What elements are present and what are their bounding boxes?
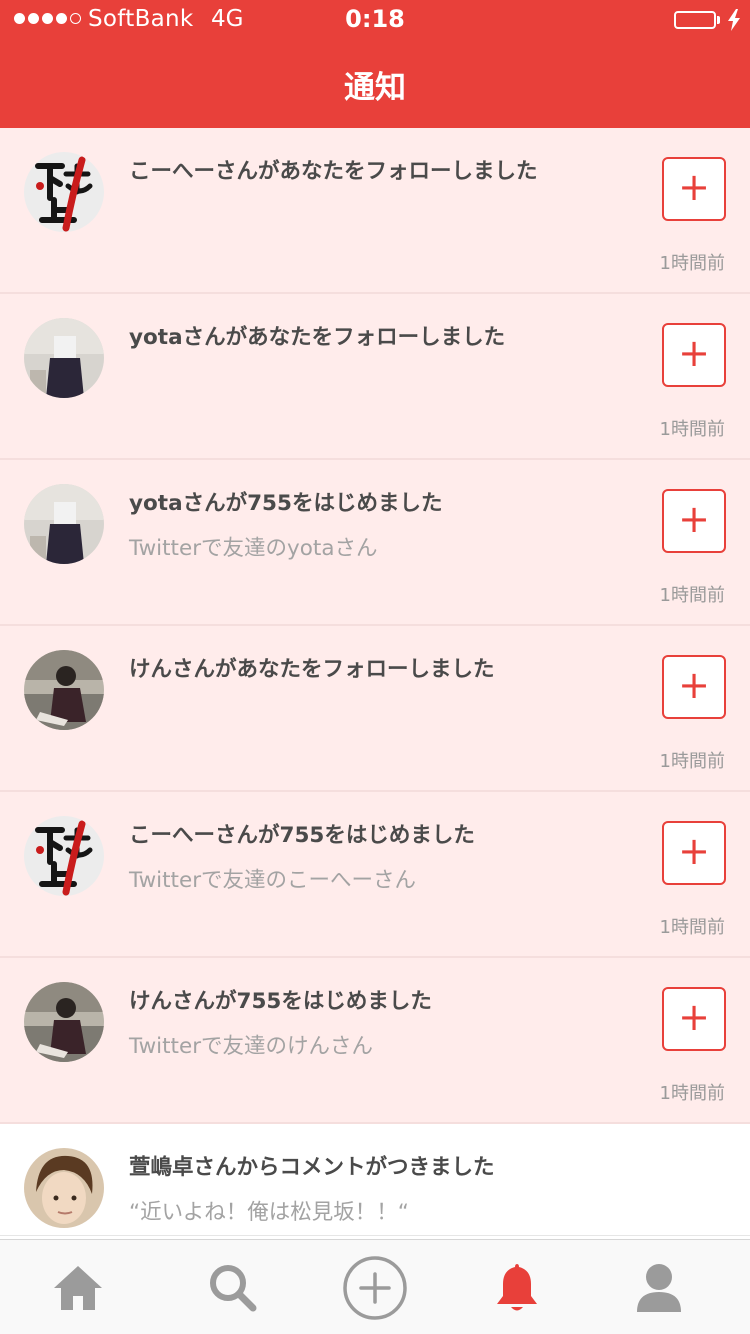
notification-message: yotaさんがあなたをフォローしました [129,325,506,350]
notification-time: 1時間前 [659,419,725,440]
calligraphy-avatar[interactable] [24,152,104,232]
photo-avatar[interactable] [24,484,104,564]
follow-back-button[interactable]: + [662,489,726,553]
notification-message: yotaさんが755をはじめました [129,491,443,516]
profile-icon [637,1264,681,1312]
comment-preview: “近いよね！俺は松見坂！！“ [129,1200,409,1225]
follow-back-button[interactable]: + [662,323,726,387]
notification-message: けんさんがあなたをフォローしました [129,657,495,682]
home-icon [54,1266,102,1310]
tab-home[interactable] [33,1252,123,1324]
status-bar: SoftBank 4G 0:18 [0,0,750,40]
calligraphy-avatar[interactable] [24,816,104,896]
notification-row[interactable]: こーへーさんが755をはじめました Twitterで友達のこーへーさん + 1時… [0,792,750,958]
notification-row[interactable]: yotaさんがあなたをフォローしました + 1時間前 [0,294,750,460]
notification-time: 1時間前 [659,585,725,606]
follow-back-button[interactable]: + [662,821,726,885]
notification-message: こーへーさんが755をはじめました [129,823,475,848]
follow-back-button[interactable]: + [662,157,726,221]
notification-time: 1時間前 [659,917,725,938]
notification-bell-icon [497,1264,537,1311]
notification-row[interactable]: けんさんがあなたをフォローしました + 1時間前 [0,626,750,792]
notification-subtext: Twitterで友達のyotaさん [129,536,378,561]
tab-search[interactable] [188,1252,278,1324]
notification-message: 萱嶋卓さんからコメントがつきました [129,1155,495,1180]
notification-row[interactable]: yotaさんが755をはじめました Twitterで友達のyotaさん + 1時… [0,460,750,626]
add-post-icon [343,1256,407,1320]
notification-row[interactable]: 萱嶋卓さんからコメントがつきました “近いよね！俺は松見坂！！“ [0,1124,750,1236]
notification-subtext: Twitterで友達のこーへーさん [129,868,417,893]
notification-row[interactable]: けんさんが755をはじめました Twitterで友達のけんさん + 1時間前 [0,958,750,1124]
notification-list: こーへーさんがあなたをフォローしました + 1時間前 yotaさんがあなたをフォ… [0,128,750,1236]
notification-time: 1時間前 [659,751,725,772]
notification-row[interactable]: こーへーさんがあなたをフォローしました + 1時間前 [0,128,750,294]
battery-icon [674,11,716,29]
tab-notifications[interactable] [472,1252,562,1324]
battery-tip [717,16,720,24]
tab-profile[interactable] [614,1252,704,1324]
charging-bolt-icon [728,9,740,31]
face-avatar[interactable] [24,1148,104,1228]
person-avatar[interactable] [24,650,104,730]
follow-back-button[interactable]: + [662,655,726,719]
notification-message: こーへーさんがあなたをフォローしました [129,159,538,184]
notifications-screen: SoftBank 4G 0:18 通知 こーへーさんがあなたをフォローしました … [0,0,750,1334]
notification-time: 1時間前 [659,253,725,274]
header-bar: SoftBank 4G 0:18 通知 [0,0,750,128]
search-icon [210,1265,257,1312]
page-title: 通知 [344,70,406,106]
tab-bar [0,1239,750,1334]
notification-message: けんさんが755をはじめました [129,989,432,1014]
notification-subtext: Twitterで友達のけんさん [129,1034,374,1059]
follow-back-button[interactable]: + [662,987,726,1051]
photo-avatar[interactable] [24,318,104,398]
status-time: 0:18 [345,5,405,33]
person-avatar[interactable] [24,982,104,1062]
notification-time: 1時間前 [659,1083,725,1104]
tab-add-post[interactable] [330,1252,420,1324]
